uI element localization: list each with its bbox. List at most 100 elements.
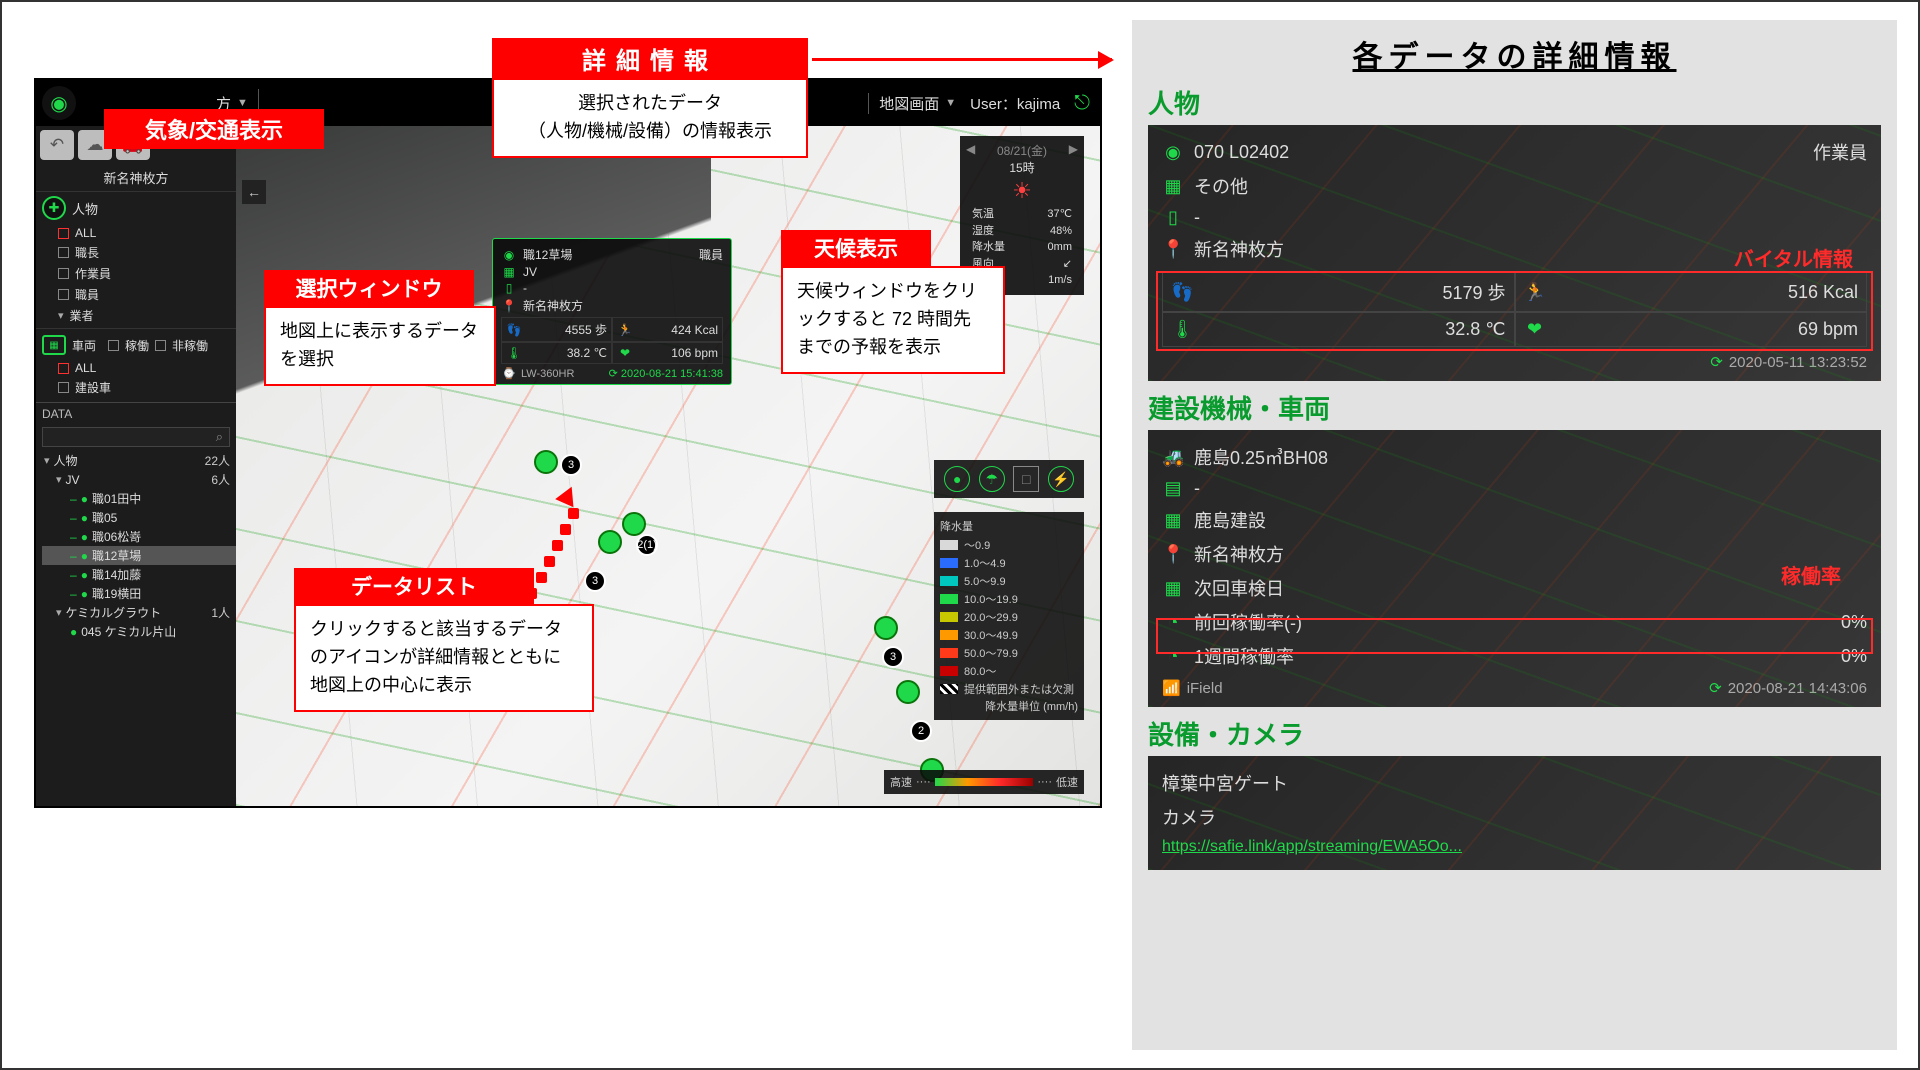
person-icon: ◉ xyxy=(1162,142,1184,163)
data-header: DATA xyxy=(36,402,236,425)
tree-item[interactable]: –●職05 xyxy=(42,508,236,527)
map-marker[interactable] xyxy=(534,450,558,474)
data-search-input[interactable]: ⌕ xyxy=(42,427,230,447)
section-camera: 設備・カメラ xyxy=(1148,715,1881,752)
category-vehicle[interactable]: ▦ 車両 稼働 非稼働 xyxy=(36,331,236,359)
calendar-icon: ▦ xyxy=(1162,578,1184,599)
gauge-icon: ◔ xyxy=(1162,612,1184,633)
pin-icon: 📍 xyxy=(1162,544,1184,565)
thermo-icon: 🌡 xyxy=(506,346,522,360)
heart-icon: ❤ xyxy=(1524,319,1546,340)
layer-power-toggle[interactable]: ⚡ xyxy=(1048,466,1074,492)
note-icon: ▤ xyxy=(1162,478,1184,499)
callout-select-title: 選択ウィンドウ xyxy=(264,270,474,306)
callout-detail-title: 詳細情報 xyxy=(492,38,808,78)
callout-datalist-title: データリスト xyxy=(294,568,534,604)
phone-icon: ▯ xyxy=(1162,207,1184,228)
user-label: User：kajima xyxy=(970,93,1060,114)
side-panel: ↶ ☁ 🚗 新名神枚方 ✚ 人物 ALL 職長 作業員 職員 ▾業者 ▦ 車両 … xyxy=(36,126,236,806)
vehicle-all[interactable]: ALL xyxy=(58,359,236,377)
filter-chief[interactable]: 職長 xyxy=(58,242,236,263)
filter-worker[interactable]: 作業員 xyxy=(58,263,236,284)
pin-icon: 📍 xyxy=(1162,239,1184,260)
app-logo-icon: ◉ xyxy=(42,86,76,120)
annotation-arrow-right xyxy=(812,58,1112,61)
steps-icon: 👣 xyxy=(1171,282,1193,303)
detail-popup: ◉職12草場職員 ▦JV ▯- 📍新名神枚方 👣4555 歩 🏃424 Kcal… xyxy=(492,238,732,385)
data-tree: ▾人物22人 ▾JV6人 –●職01田中 –●職05 –●職06松嵜 –●職12… xyxy=(36,449,236,806)
tree-group[interactable]: ▾ケミカルグラウト1人 xyxy=(42,603,236,622)
person-filters: ALL 職長 作業員 職員 ▾業者 xyxy=(36,224,236,326)
device-icon: ⌚ xyxy=(501,367,517,380)
tree-item[interactable]: ●045 ケミカル片山 xyxy=(42,622,236,641)
run-icon: 🏃 xyxy=(617,323,633,337)
tree-item[interactable]: –●職19横田 xyxy=(42,584,236,603)
callout-weather-body: 天候ウィンドウをクリックすると 72 時間先までの予報を表示 xyxy=(781,266,1005,374)
speed-legend: 高速········低速 xyxy=(884,770,1084,794)
layer-area-toggle[interactable]: □ xyxy=(1013,466,1039,492)
map-cluster[interactable]: 3 xyxy=(882,646,904,668)
map-marker[interactable] xyxy=(896,680,920,704)
tree-item-selected[interactable]: –●職12草場 xyxy=(42,546,236,565)
map-cluster[interactable]: 3 xyxy=(560,454,582,476)
tree-root[interactable]: ▾人物22人 xyxy=(42,451,236,470)
pin-icon: 📍 xyxy=(501,299,517,313)
excavator-icon: 🚜 xyxy=(1162,447,1184,468)
heart-icon: ❤ xyxy=(617,346,633,360)
site-name: 新名神枚方 xyxy=(36,164,236,192)
vehicle-icon: ▦ xyxy=(42,335,66,355)
callout-weather-traffic: 気象/交通表示 xyxy=(104,109,324,149)
layer-toggle-panel: ● ☂ □ ⚡ xyxy=(934,460,1084,498)
tree-item[interactable]: –●職06松嵜 xyxy=(42,527,236,546)
person-icon: ◉ xyxy=(501,248,517,262)
person-card: ◉070 L02402作業員 ▦その他 ▯- 📍新名神枚方 バイタル情報 👣51… xyxy=(1148,125,1881,381)
search-icon: ⌕ xyxy=(216,429,223,445)
vehicle-sub[interactable]: 建設車 xyxy=(58,377,236,398)
clock-icon: ⟳ xyxy=(1710,353,1723,371)
clock-icon: ⟳ xyxy=(1709,679,1722,697)
callout-weather-title: 天候表示 xyxy=(781,230,931,266)
map-marker[interactable] xyxy=(622,512,646,536)
prev-icon[interactable]: ◀ xyxy=(966,142,975,159)
undo-button[interactable]: ↶ xyxy=(40,130,74,160)
detail-info-panel: 各データの詳細情報 人物 ◉070 L02402作業員 ▦その他 ▯- 📍新名神… xyxy=(1132,20,1897,1050)
person-icon: ✚ xyxy=(42,196,66,220)
next-icon[interactable]: ▶ xyxy=(1069,142,1078,159)
category-person[interactable]: ✚ 人物 xyxy=(36,192,236,224)
filter-all[interactable]: ALL xyxy=(58,224,236,242)
vehicle-card: 🚜鹿島0.25㎥BH08 ▤- ▦鹿島建設 📍新名神枚方 稼働率 ▦次回車検日 … xyxy=(1148,430,1881,707)
map-marker[interactable] xyxy=(598,530,622,554)
camera-card: 樟葉中宮ゲート カメラ https://safie.link/app/strea… xyxy=(1148,756,1881,870)
layer-marker-toggle[interactable]: ● xyxy=(944,466,970,492)
signal-icon: 📶 xyxy=(1162,679,1181,697)
building-icon: ▦ xyxy=(1162,176,1184,197)
view-dropdown[interactable]: 地図画面▼ xyxy=(868,93,956,114)
map-cluster[interactable]: 3 xyxy=(584,570,606,592)
collapse-side-button[interactable]: ← xyxy=(242,180,266,204)
tree-group[interactable]: ▾JV6人 xyxy=(42,470,236,489)
camera-stream-link[interactable]: https://safie.link/app/streaming/EWA5Oo.… xyxy=(1162,838,1462,856)
callout-detail-body: 選択されたデータ （人物/機械/設備）の情報表示 xyxy=(492,78,808,158)
clock-icon: ⟳ xyxy=(609,368,618,380)
layer-rain-toggle[interactable]: ☂ xyxy=(979,466,1005,492)
building-icon: ▦ xyxy=(1162,510,1184,531)
chevron-down-icon: ▼ xyxy=(945,97,956,109)
section-person: 人物 xyxy=(1148,84,1881,121)
tree-item[interactable]: –●職14加藤 xyxy=(42,565,236,584)
chevron-down-icon: ▼ xyxy=(237,97,248,109)
callout-datalist-body: クリックすると該当するデータのアイコンが詳細情報とともに地図上の中心に表示 xyxy=(294,604,594,712)
thermo-icon: 🌡 xyxy=(1171,319,1193,340)
phone-icon: ▯ xyxy=(501,281,517,295)
filter-staff[interactable]: 職員 xyxy=(58,284,236,305)
logout-icon[interactable]: ⎋ xyxy=(1074,92,1090,115)
gauge-icon: ◔ xyxy=(1162,646,1184,667)
vital-label: バイタル情報 xyxy=(1734,243,1853,272)
map-cluster[interactable]: 2(1) xyxy=(636,534,658,556)
filter-vendor-expand[interactable]: ▾業者 xyxy=(58,305,236,326)
tree-item[interactable]: –●職01田中 xyxy=(42,489,236,508)
steps-icon: 👣 xyxy=(506,323,522,337)
map-marker[interactable] xyxy=(874,616,898,640)
map-cluster[interactable]: 2 xyxy=(910,720,932,742)
panel-title: 各データの詳細情報 xyxy=(1148,32,1881,76)
rain-legend: 降水量 〜0.91.0〜4.95.0〜9.910.0〜19.920.0〜29.9… xyxy=(934,512,1084,720)
